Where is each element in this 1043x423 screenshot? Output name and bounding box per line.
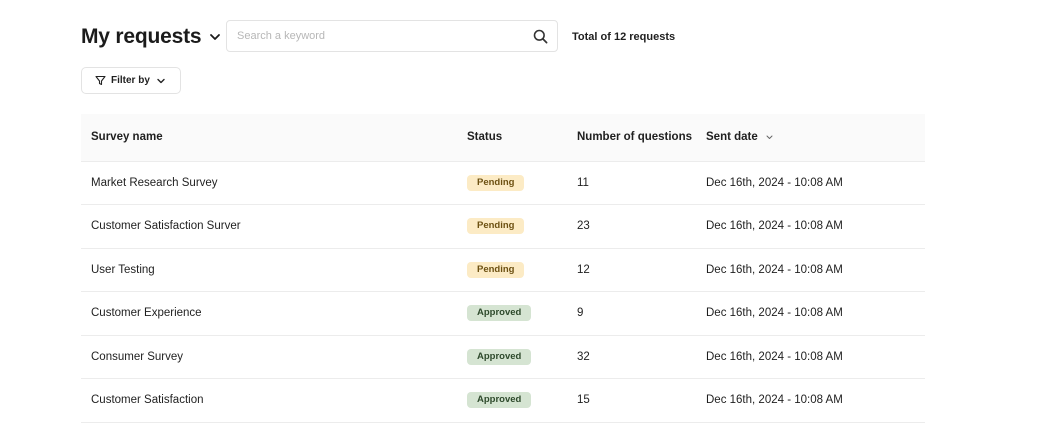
page-title: My requests <box>81 25 202 48</box>
sent-date-cell: Dec 16th, 2024 - 10:08 AM <box>706 291 925 336</box>
survey-name-cell: Consumer Survey <box>81 335 467 379</box>
questions-cell: 23 <box>577 204 706 249</box>
status-badge: Pending <box>467 261 525 278</box>
status-badge: Approved <box>467 348 532 365</box>
status-cell: Pending <box>467 161 577 205</box>
table-row[interactable]: Consumer Survey Approved 32 Dec 16th, 20… <box>81 335 925 379</box>
status-badge: Approved <box>467 305 532 322</box>
sent-date-cell: Dec 16th, 2024 - 10:08 AM <box>706 378 925 423</box>
filter-icon <box>95 75 106 86</box>
table-row[interactable]: Customer Satisfaction Surver Pending 23 … <box>81 204 925 249</box>
table-row[interactable]: User Testing Pending 12 Dec 16th, 2024 -… <box>81 248 925 292</box>
status-cell: Approved <box>467 335 577 379</box>
table-row[interactable]: Customer Satisfaction Approved 15 Dec 16… <box>81 378 925 423</box>
filter-button[interactable]: Filter by <box>81 67 181 94</box>
questions-cell: 11 <box>577 161 706 205</box>
sent-date-label: Sent date <box>706 131 758 144</box>
questions-cell: 12 <box>577 248 706 292</box>
requests-table: Survey name Status Number of questions S… <box>81 114 925 423</box>
survey-name-cell: Market Research Survey <box>81 161 467 205</box>
search-box <box>226 20 558 52</box>
search-icon[interactable] <box>533 29 548 44</box>
survey-name-cell: Customer Satisfaction <box>81 378 467 423</box>
sent-date-cell: Dec 16th, 2024 - 10:08 AM <box>706 161 925 205</box>
status-badge: Approved <box>467 392 532 409</box>
survey-name-cell: Customer Experience <box>81 291 467 336</box>
status-cell: Pending <box>467 248 577 292</box>
sent-date-cell: Dec 16th, 2024 - 10:08 AM <box>706 248 925 292</box>
survey-name-cell: User Testing <box>81 248 467 292</box>
chevron-down-icon[interactable] <box>765 133 774 142</box>
status-cell: Approved <box>467 291 577 336</box>
status-cell: Approved <box>467 378 577 423</box>
questions-cell: 15 <box>577 378 706 423</box>
questions-cell: 9 <box>577 291 706 336</box>
table-header-row: Survey name Status Number of questions S… <box>81 114 925 162</box>
status-cell: Pending <box>467 204 577 249</box>
search-input[interactable] <box>237 21 517 51</box>
column-header-status: Status <box>467 114 577 162</box>
column-header-sent-date[interactable]: Sent date <box>706 114 925 162</box>
column-header-number-of-questions: Number of questions <box>577 114 706 162</box>
status-badge: Pending <box>467 218 525 235</box>
status-badge: Pending <box>467 174 525 191</box>
chevron-down-icon <box>209 31 221 43</box>
sent-date-cell: Dec 16th, 2024 - 10:08 AM <box>706 335 925 379</box>
total-count: Total of 12 requests <box>572 31 676 43</box>
page-header: My requests Total of 12 requests <box>81 20 981 54</box>
table-row[interactable]: Market Research Survey Pending 11 Dec 16… <box>81 161 925 205</box>
sent-date-cell: Dec 16th, 2024 - 10:08 AM <box>706 204 925 249</box>
filter-label: Filter by <box>111 75 150 86</box>
survey-name-cell: Customer Satisfaction Surver <box>81 204 467 249</box>
table-row[interactable]: Customer Experience Approved 9 Dec 16th,… <box>81 291 925 336</box>
chevron-down-icon <box>156 76 166 86</box>
requests-dropdown[interactable]: My requests <box>81 20 221 54</box>
questions-cell: 32 <box>577 335 706 379</box>
column-header-survey-name: Survey name <box>81 114 467 162</box>
